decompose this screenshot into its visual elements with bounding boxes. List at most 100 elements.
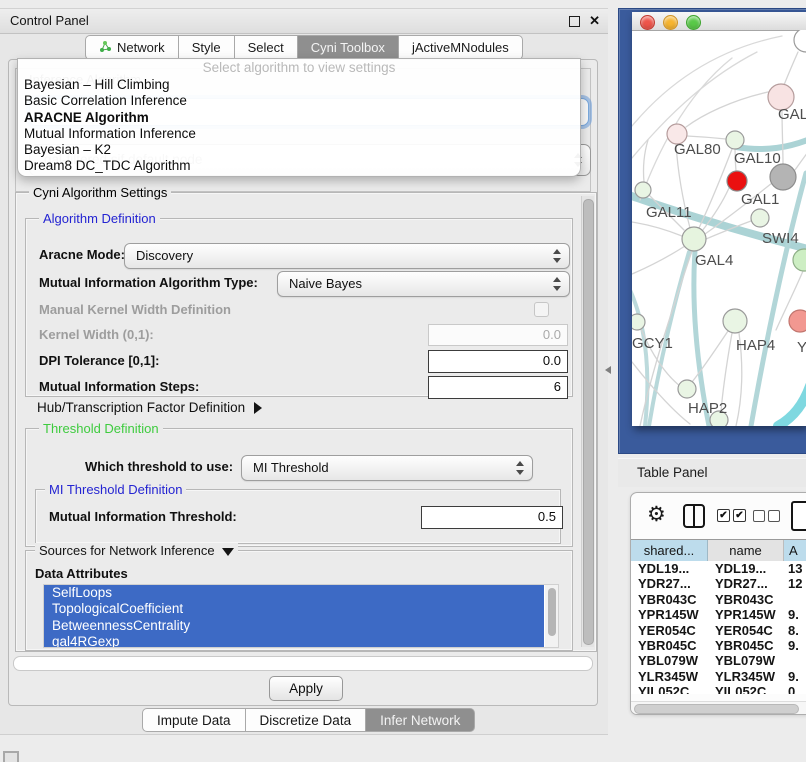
network-window-titlebar[interactable] <box>632 12 806 31</box>
document-icon[interactable] <box>791 501 806 531</box>
table-cell <box>784 592 806 607</box>
data-attribute-item[interactable]: gal4RGexp <box>44 634 544 648</box>
algorithm-option-aracne-algorithm[interactable]: ARACNE Algorithm <box>18 110 580 126</box>
network-node-salmon-node[interactable] <box>789 310 806 332</box>
table-row[interactable]: YDL19...YDL19...13 <box>631 561 806 576</box>
hub-definition-section[interactable]: Hub/Transcription Factor Definition <box>37 400 262 415</box>
table-cell: YBR045C <box>708 638 784 653</box>
network-edge[interactable] <box>784 52 798 85</box>
network-node-partial-top[interactable] <box>794 30 806 52</box>
network-node-red-node[interactable] <box>727 171 747 191</box>
network-edge[interactable] <box>632 222 682 236</box>
dpi-tolerance-label: DPI Tolerance [0,1]: <box>39 353 159 368</box>
network-node-gray-node[interactable] <box>770 164 796 190</box>
mi-steps-field[interactable]: 6 <box>428 376 568 399</box>
table-row[interactable]: YER054CYER054C8. <box>631 623 806 638</box>
dropdown-prompt: Select algorithm to view settings <box>18 59 580 77</box>
table-row[interactable]: YIL052CYIL052C0. <box>631 684 806 694</box>
column-header-a[interactable]: A <box>784 540 806 562</box>
network-canvas[interactable]: GALGAL80GAL10GAL1GAL11SWI4GAL4GCY1HAP4YH… <box>632 30 806 426</box>
algorithm-option-dream8-dc-tdc-algorithm[interactable]: Dream8 DC_TDC Algorithm <box>18 158 580 174</box>
mi-type-combo[interactable]: Naive Bayes <box>277 271 570 297</box>
expand-arrow-icon[interactable] <box>254 402 262 414</box>
table-horizontal-scrollbar[interactable] <box>631 701 806 714</box>
close-icon[interactable]: ✕ <box>589 9 600 33</box>
algorithm-option-bayesian-k2[interactable]: Bayesian – K2 <box>18 142 580 158</box>
tab-cyni-toolbox[interactable]: Cyni Toolbox <box>297 35 399 60</box>
network-window-frame[interactable]: GALGAL80GAL10GAL1GAL11SWI4GAL4GCY1HAP4YH… <box>618 8 806 454</box>
unselect-all-columns-icon[interactable] <box>753 510 780 522</box>
which-threshold-combo[interactable]: MI Threshold <box>241 455 533 481</box>
tab-select[interactable]: Select <box>234 35 298 60</box>
table-row[interactable]: YPR145WYPR145W9. <box>631 607 806 622</box>
node-label-swi4: SWI4 <box>762 230 799 247</box>
list-scrollbar[interactable] <box>545 585 558 647</box>
table-cell: YDR27... <box>708 576 784 591</box>
data-attribute-item[interactable]: SelfLoops <box>44 585 544 601</box>
network-node-gal10[interactable] <box>726 131 744 149</box>
dock-handle-icon[interactable] <box>3 751 19 762</box>
close-traffic-light-icon[interactable] <box>640 15 655 30</box>
network-node-hap4[interactable] <box>723 309 747 333</box>
table-row[interactable]: YBL079WYBL079W <box>631 653 806 668</box>
network-edge[interactable] <box>795 152 806 170</box>
horizontal-scrollbar[interactable] <box>13 656 593 671</box>
mi-threshold-field[interactable]: 0.5 <box>421 506 563 529</box>
kernel-width-field[interactable]: 0.0 <box>428 324 568 346</box>
table-cell: YER054C <box>631 623 708 638</box>
unchecked-box-icon <box>753 510 765 522</box>
apply-button[interactable]: Apply <box>269 676 343 701</box>
tab-discretize-data[interactable]: Discretize Data <box>245 708 367 732</box>
aracne-mode-combo[interactable]: Discovery <box>124 243 570 269</box>
network-edge[interactable] <box>699 149 732 228</box>
table-row[interactable]: YDR27...YDR27...12 <box>631 576 806 591</box>
network-node-right-green[interactable] <box>793 249 806 271</box>
table-row[interactable]: YLR345WYLR345W9. <box>631 669 806 684</box>
algorithm-option-basic-correlation-inference[interactable]: Basic Correlation Inference <box>18 93 580 109</box>
network-edge[interactable] <box>632 246 685 274</box>
tab-impute-data[interactable]: Impute Data <box>142 708 246 732</box>
minimize-traffic-light-icon[interactable] <box>663 15 678 30</box>
column-layout-icon[interactable] <box>683 504 705 528</box>
data-attribute-item[interactable]: TopologicalCoefficient <box>44 601 544 617</box>
float-window-icon[interactable] <box>569 16 580 27</box>
dpi-tolerance-field[interactable]: 0.0 <box>428 350 568 373</box>
data-attribute-item[interactable]: BetweennessCentrality <box>44 618 544 634</box>
tab-infer-network[interactable]: Infer Network <box>365 708 475 732</box>
sources-title-row[interactable]: Sources for Network Inference <box>35 543 238 558</box>
manual-kernel-checkbox[interactable] <box>534 302 549 317</box>
network-node-gal11[interactable] <box>635 182 651 198</box>
which-threshold-value: MI Threshold <box>253 456 329 480</box>
algorithm-option-bayesian-hill-climbing[interactable]: Bayesian – Hill Climbing <box>18 77 580 93</box>
data-attributes-list[interactable]: SelfLoopsTopologicalCoefficientBetweenne… <box>43 584 559 648</box>
network-node-gal1[interactable] <box>751 209 769 227</box>
table-row[interactable]: YBR045CYBR045C9. <box>631 638 806 653</box>
gear-icon[interactable]: ⚙ <box>647 501 666 529</box>
network-edge[interactable] <box>686 92 768 127</box>
network-edge[interactable] <box>736 139 806 149</box>
network-node-gcy1[interactable] <box>632 314 645 330</box>
network-edge[interactable] <box>687 136 726 139</box>
collapse-arrow-icon[interactable] <box>222 548 234 556</box>
network-edge[interactable] <box>778 386 806 426</box>
algorithm-option-mutual-information-inference[interactable]: Mutual Information Inference <box>18 126 580 142</box>
node-label-gal11: GAL11 <box>646 204 692 221</box>
tab-jactivemnodules[interactable]: jActiveMNodules <box>398 35 523 60</box>
table-cell: YBR045C <box>631 638 708 653</box>
table-scrollbar-thumb[interactable] <box>634 704 799 714</box>
table-cell: 9. <box>784 669 806 684</box>
table-cell: YDR27... <box>631 576 708 591</box>
network-node-gal4[interactable] <box>682 227 706 251</box>
tab-style[interactable]: Style <box>178 35 235 60</box>
list-scrollbar-thumb[interactable] <box>548 588 556 636</box>
zoom-traffic-light-icon[interactable] <box>686 15 701 30</box>
split-collapse-icon[interactable] <box>605 366 611 374</box>
network-node-hap2[interactable] <box>678 380 696 398</box>
column-header-name[interactable]: name <box>708 540 784 562</box>
column-header-shared-[interactable]: shared... <box>631 540 708 562</box>
settings-scrollbar-thumb[interactable] <box>583 199 594 645</box>
tab-network[interactable]: Network <box>85 35 179 60</box>
table-row[interactable]: YBR043CYBR043C <box>631 592 806 607</box>
network-edge[interactable] <box>644 140 649 182</box>
select-all-columns-icon[interactable]: ✔ ✔ <box>717 509 746 522</box>
